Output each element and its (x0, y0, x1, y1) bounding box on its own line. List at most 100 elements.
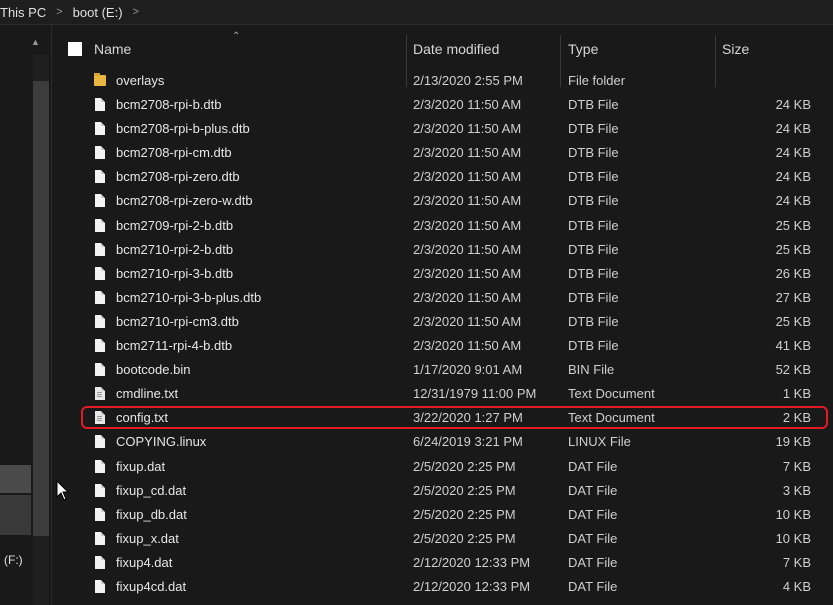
file-date-modified: 6/24/2019 3:21 PM (413, 434, 523, 450)
chevron-right-icon[interactable]: > (56, 6, 62, 18)
nav-item[interactable] (0, 495, 31, 535)
file-size: 41 KB (775, 338, 811, 354)
file-name: cmdline.txt (116, 386, 179, 402)
file-row[interactable]: fixup.dat 2/5/2020 2:25 PM DAT File 7 KB (52, 455, 833, 479)
file-type: BIN File (568, 362, 615, 378)
file-size: 10 KB (775, 530, 811, 546)
file-date-modified: 2/5/2020 2:25 PM (413, 482, 516, 498)
file-row[interactable]: cmdline.txt 12/31/1979 11:00 PM Text Docum… (52, 382, 833, 406)
file-row[interactable]: fixup4.dat 2/12/2020 12:33 PM DAT File 7 KB (52, 551, 833, 575)
file-type: DAT File (568, 482, 618, 498)
file-type: DTB File (568, 169, 619, 185)
file-date-modified: 2/3/2020 11:50 AM (413, 289, 522, 305)
file-name: COPYING.linux (116, 434, 207, 450)
file-name: fixup.dat (116, 458, 166, 474)
file-date-modified: 2/3/2020 11:50 AM (413, 217, 522, 233)
file-name: fixup4cd.dat (116, 578, 187, 594)
file-icon (95, 218, 105, 232)
file-row[interactable]: bcm2710-rpi-3-b-plus.dtb 2/3/2020 11:50 A… (52, 286, 833, 310)
file-type: DTB File (568, 289, 619, 305)
nav-item-drive-f[interactable]: (F:) (4, 553, 23, 567)
file-size: 4 KB (782, 578, 811, 594)
nav-item-selected[interactable] (0, 465, 31, 493)
file-type: DTB File (568, 313, 619, 329)
file-name: overlays (116, 73, 165, 88)
file-row[interactable]: bcm2708-rpi-zero.dtb 2/3/2020 11:50 AM DTB… (52, 165, 833, 189)
file-date-modified: 2/3/2020 11:50 AM (413, 265, 522, 281)
file-icon (95, 363, 105, 377)
sort-ascending-icon: ⌃ (232, 31, 241, 42)
file-row[interactable]: bcm2708-rpi-b-plus.dtb 2/3/2020 11:50 AM D… (52, 117, 833, 141)
file-date-modified: 2/3/2020 11:50 AM (413, 121, 522, 137)
file-date-modified: 1/17/2020 9:01 AM (413, 362, 523, 378)
file-name: bcm2709-rpi-2-b.dtb (116, 217, 234, 233)
breadcrumb: This PC > boot (E:) > (0, 0, 833, 25)
file-date-modified: 2/3/2020 11:50 AM (413, 169, 522, 185)
file-date-modified: 2/5/2020 2:25 PM (413, 458, 516, 474)
file-name: bcm2708-rpi-cm.dtb (116, 145, 232, 161)
file-size: 19 KB (775, 434, 811, 450)
file-type: DTB File (568, 241, 619, 257)
scroll-up-arrow-icon[interactable]: ▲ (31, 37, 40, 47)
file-row[interactable]: COPYING.linux 6/24/2019 3:21 PM LINUX File… (52, 430, 833, 454)
file-date-modified: 2/13/2020 2:55 PM (413, 73, 523, 88)
breadcrumb-this-pc[interactable]: This PC (0, 5, 46, 20)
file-row[interactable]: bcm2708-rpi-zero-w.dtb 2/3/2020 11:50 AM D… (52, 189, 833, 213)
file-name: fixup4.dat (116, 554, 173, 570)
file-icon (95, 98, 105, 112)
file-size: 24 KB (775, 145, 811, 161)
select-all-checkbox[interactable] (68, 42, 82, 56)
file-type: DTB File (568, 338, 619, 354)
file-list: overlays 2/13/2020 2:55 PM File folder bcm2… (52, 69, 833, 599)
file-type: DTB File (568, 193, 619, 209)
file-type: DAT File (568, 578, 618, 594)
file-row[interactable]: bootcode.bin 1/17/2020 9:01 AM BIN File 52 … (52, 358, 833, 382)
file-size: 24 KB (775, 121, 811, 137)
file-row[interactable]: fixup4cd.dat 2/12/2020 12:33 PM DAT File 4 … (52, 575, 833, 599)
file-date-modified: 2/12/2020 12:33 PM (413, 554, 531, 570)
file-name: bcm2708-rpi-zero.dtb (116, 169, 240, 185)
nav-scrollbar-thumb[interactable] (33, 81, 49, 536)
file-name: bcm2708-rpi-b-plus.dtb (116, 121, 250, 137)
file-row[interactable]: fixup_x.dat 2/5/2020 2:25 PM DAT File 10 KB (52, 527, 833, 551)
file-name: bcm2710-rpi-cm3.dtb (116, 313, 239, 329)
file-size: 24 KB (775, 193, 811, 209)
file-icon (95, 122, 105, 136)
file-row[interactable]: fixup_cd.dat 2/5/2020 2:25 PM DAT File 3 KB (52, 479, 833, 503)
column-header: ⌃ Name Date modified Type Size (52, 25, 833, 87)
column-header-name[interactable]: Name (94, 25, 131, 73)
file-row[interactable]: bcm2710-rpi-2-b.dtb 2/3/2020 11:50 AM DTB … (52, 238, 833, 262)
file-size: 7 KB (782, 554, 811, 570)
file-size: 25 KB (775, 217, 811, 233)
breadcrumb-boot-drive[interactable]: boot (E:) (73, 5, 123, 20)
file-type: DTB File (568, 97, 619, 113)
file-type: DTB File (568, 145, 619, 161)
file-date-modified: 2/3/2020 11:50 AM (413, 338, 522, 354)
file-icon (95, 555, 105, 569)
file-row[interactable]: bcm2711-rpi-4-b.dtb 2/3/2020 11:50 AM DTB … (52, 334, 833, 358)
file-name: bcm2711-rpi-4-b.dtb (116, 338, 233, 354)
file-row[interactable]: overlays 2/13/2020 2:55 PM File folder (52, 69, 833, 93)
file-size: 52 KB (775, 362, 811, 378)
file-row[interactable]: bcm2710-rpi-cm3.dtb 2/3/2020 11:50 AM DTB … (52, 310, 833, 334)
file-icon (95, 290, 105, 304)
file-date-modified: 2/3/2020 11:50 AM (413, 313, 522, 329)
file-size: 24 KB (775, 169, 811, 185)
file-date-modified: 2/3/2020 11:50 AM (413, 145, 522, 161)
column-header-date-modified[interactable]: Date modified (413, 25, 499, 73)
file-row[interactable]: bcm2710-rpi-3-b.dtb 2/3/2020 11:50 AM DTB … (52, 262, 833, 286)
file-icon (95, 531, 105, 545)
file-row[interactable]: bcm2709-rpi-2-b.dtb 2/3/2020 11:50 AM DTB … (52, 214, 833, 238)
file-date-modified: 2/3/2020 11:50 AM (413, 241, 522, 257)
chevron-right-icon[interactable]: > (133, 6, 139, 18)
file-row[interactable]: bcm2708-rpi-cm.dtb 2/3/2020 11:50 AM DTB F… (52, 141, 833, 165)
column-header-size[interactable]: Size (722, 25, 749, 73)
column-header-type[interactable]: Type (568, 25, 598, 73)
file-row[interactable]: bcm2708-rpi-b.dtb 2/3/2020 11:50 AM DTB Fi… (52, 93, 833, 117)
file-name: bcm2708-rpi-b.dtb (116, 97, 222, 113)
navigation-pane: ▲ (F:) (0, 25, 52, 605)
file-date-modified: 12/31/1979 11:00 PM (413, 386, 537, 402)
file-icon (95, 435, 105, 449)
file-row[interactable]: fixup_db.dat 2/5/2020 2:25 PM DAT File 10 K… (52, 503, 833, 527)
file-name: bootcode.bin (116, 362, 191, 378)
